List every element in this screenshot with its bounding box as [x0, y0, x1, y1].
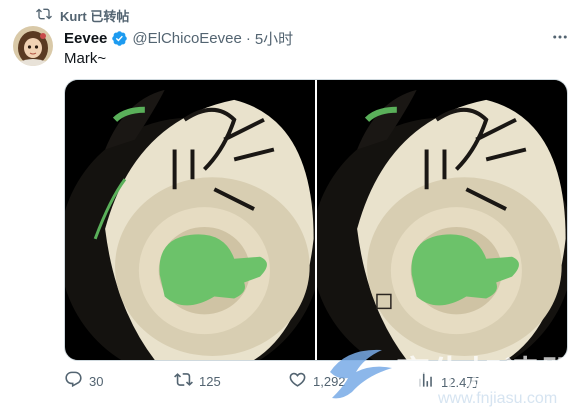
bar-chart-icon — [416, 370, 435, 392]
media-grid — [64, 79, 568, 361]
tweet-text: Mark~ — [64, 50, 107, 67]
heart-icon — [288, 370, 307, 392]
timestamp[interactable]: 5小时 — [255, 28, 293, 49]
reply-button[interactable]: 30 — [64, 370, 103, 392]
media-image-left[interactable] — [65, 80, 315, 360]
reply-icon — [64, 370, 83, 392]
retweet-label: Kurt 已转帖 — [60, 8, 130, 24]
like-count: 1,292 — [313, 373, 346, 389]
like-button[interactable]: 1,292 — [288, 370, 346, 392]
reply-count: 30 — [89, 373, 104, 389]
retweet-count: 125 — [199, 373, 221, 389]
separator-dot: · — [245, 30, 251, 47]
more-options-icon[interactable] — [550, 28, 570, 46]
views-button[interactable]: 12.4万 — [416, 370, 479, 392]
avatar[interactable] — [13, 26, 53, 66]
retweet-action-icon — [174, 370, 193, 392]
views-count: 12.4万 — [441, 374, 480, 390]
action-bar: 30 125 1,292 12.4万 — [64, 370, 584, 394]
verified-badge-icon — [111, 30, 128, 47]
media-image-right[interactable] — [317, 80, 567, 360]
author-handle[interactable]: @ElChicoEevee — [132, 30, 241, 47]
retweet-icon — [36, 6, 52, 25]
author-name[interactable]: Eevee — [64, 30, 107, 47]
retweet-button[interactable]: 125 — [174, 370, 221, 392]
retweet-context[interactable]: Kurt 已转帖 — [36, 6, 129, 24]
